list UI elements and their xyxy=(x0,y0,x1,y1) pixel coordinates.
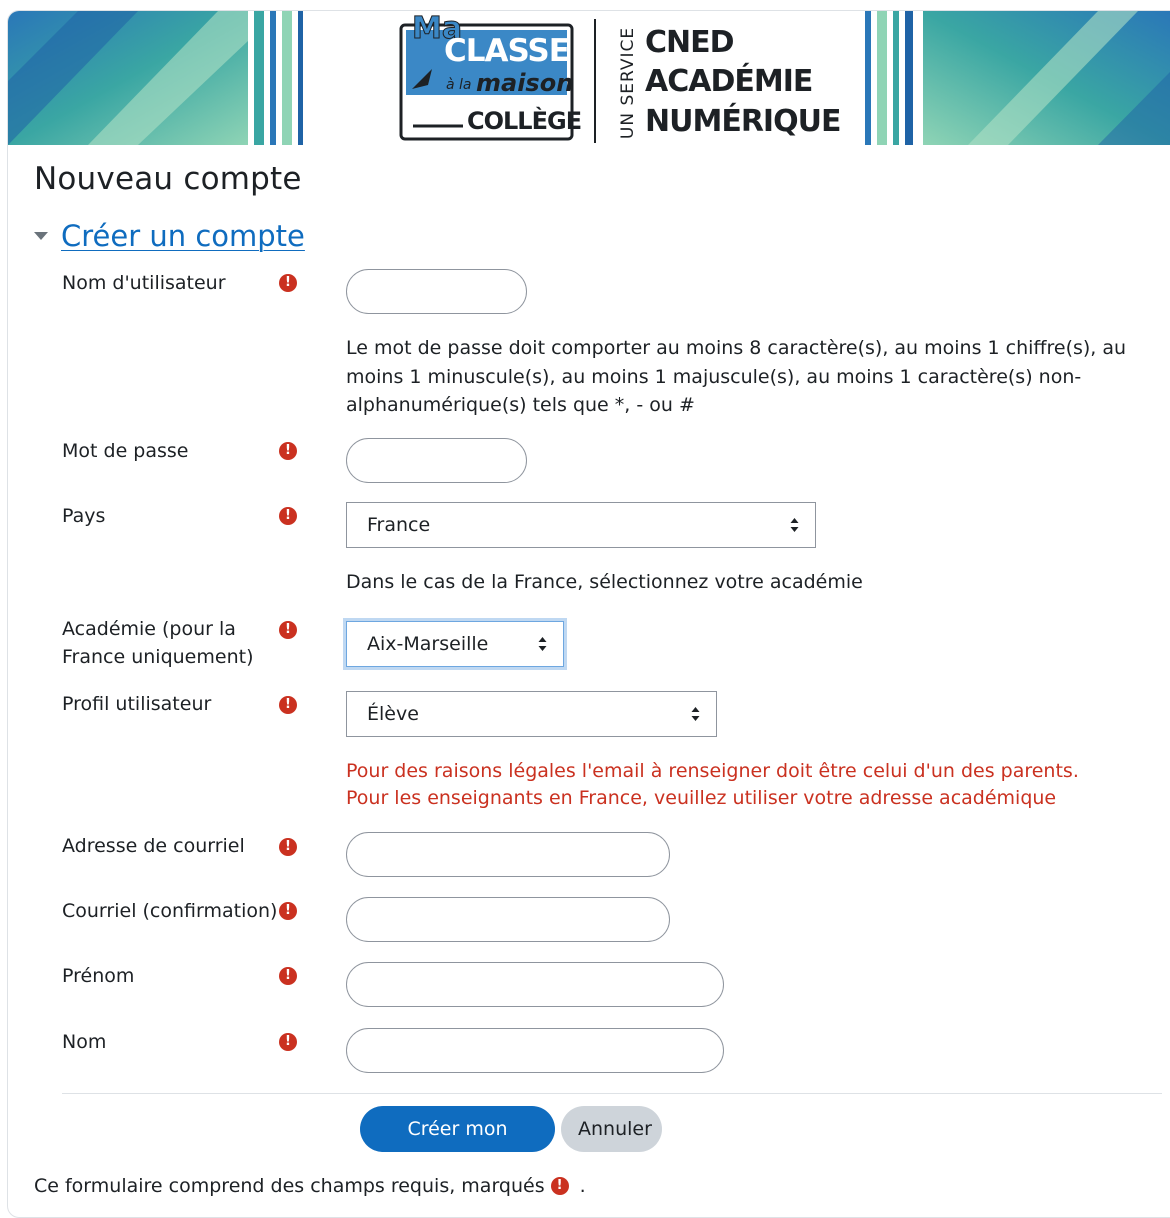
username-label: Nom d'utilisateur xyxy=(62,272,226,294)
profile-select[interactable]: Élève xyxy=(346,691,717,737)
username-input[interactable] xyxy=(346,269,527,314)
firstname-label: Prénom xyxy=(62,965,135,987)
lastname-input[interactable] xyxy=(346,1028,724,1073)
academy-label-line2: France uniquement) xyxy=(62,646,254,668)
cancel-button[interactable]: Annuler xyxy=(561,1106,662,1152)
country-select-value: France xyxy=(367,514,431,536)
country-label: Pays xyxy=(62,505,106,527)
country-select[interactable]: France xyxy=(346,502,816,548)
password-rules-text: Le mot de passe doit comporter au moins … xyxy=(346,337,1127,416)
select-arrows-icon xyxy=(538,637,547,651)
section-header[interactable]: Créer un compte xyxy=(34,219,305,253)
email-confirm-label: Courriel (confirmation) xyxy=(62,900,278,922)
cned-line1: CNED xyxy=(645,25,735,60)
academy-hint-text: Dans le cas de la France, sélectionnez v… xyxy=(346,571,863,593)
service-label: UN SERVICE xyxy=(618,26,638,140)
email-label: Adresse de courriel xyxy=(62,835,245,857)
cned-line3: NUMÉRIQUE xyxy=(645,104,841,139)
firstname-input[interactable] xyxy=(346,962,724,1007)
academy-label-line1: Académie (pour la xyxy=(62,618,236,640)
required-icon: ! xyxy=(279,696,297,714)
required-icon: ! xyxy=(279,274,297,292)
email-input[interactable] xyxy=(346,832,670,877)
create-account-button[interactable]: Créer mon compte xyxy=(360,1106,555,1186)
email-warning-line1: Pour des raisons légales l'email à rense… xyxy=(346,760,1079,782)
academy-select[interactable]: Aix-Marseille xyxy=(346,621,564,667)
logo-a-la: à la xyxy=(446,77,472,93)
banner-separator xyxy=(594,19,596,143)
collapse-caret-icon[interactable] xyxy=(34,232,48,240)
select-arrows-icon xyxy=(790,518,799,532)
email-confirm-input[interactable] xyxy=(346,897,670,942)
required-icon: ! xyxy=(279,902,297,920)
required-note-text: Ce formulaire comprend des champs requis… xyxy=(34,1175,545,1197)
select-arrows-icon xyxy=(691,707,700,721)
required-icon: ! xyxy=(279,621,297,639)
page-title: Nouveau compte xyxy=(34,161,302,197)
logo-college: COLLÈGE xyxy=(467,107,582,135)
banner-graphic xyxy=(8,11,1170,145)
logo-maison: maison xyxy=(476,69,574,97)
profile-label: Profil utilisateur xyxy=(62,693,212,715)
header-banner: Ma CLASSE à la maison COLLÈGE UN SERVICE… xyxy=(8,11,1170,145)
academy-select-value: Aix-Marseille xyxy=(367,633,489,655)
required-icon: ! xyxy=(279,1033,297,1051)
email-warning-line2: Pour les enseignants en France, veuillez… xyxy=(346,787,1057,809)
section-link-create-account[interactable]: Créer un compte xyxy=(61,219,305,253)
required-icon: ! xyxy=(550,1177,569,1195)
required-icon: ! xyxy=(279,967,297,985)
page-container: Ma CLASSE à la maison COLLÈGE UN SERVICE… xyxy=(7,10,1170,1218)
form-divider xyxy=(62,1093,1162,1094)
required-note-end: . xyxy=(579,1175,586,1197)
required-icon: ! xyxy=(279,838,297,856)
required-icon: ! xyxy=(279,442,297,460)
lastname-label: Nom xyxy=(62,1031,107,1053)
cned-line2: ACADÉMIE xyxy=(645,64,813,99)
logo-classe: CLASSE xyxy=(444,33,570,69)
required-fields-note: Ce formulaire comprend des champs requis… xyxy=(34,1175,586,1197)
password-label: Mot de passe xyxy=(62,440,189,462)
profile-select-value: Élève xyxy=(367,703,419,725)
required-icon: ! xyxy=(279,507,297,525)
password-input[interactable] xyxy=(346,438,527,483)
